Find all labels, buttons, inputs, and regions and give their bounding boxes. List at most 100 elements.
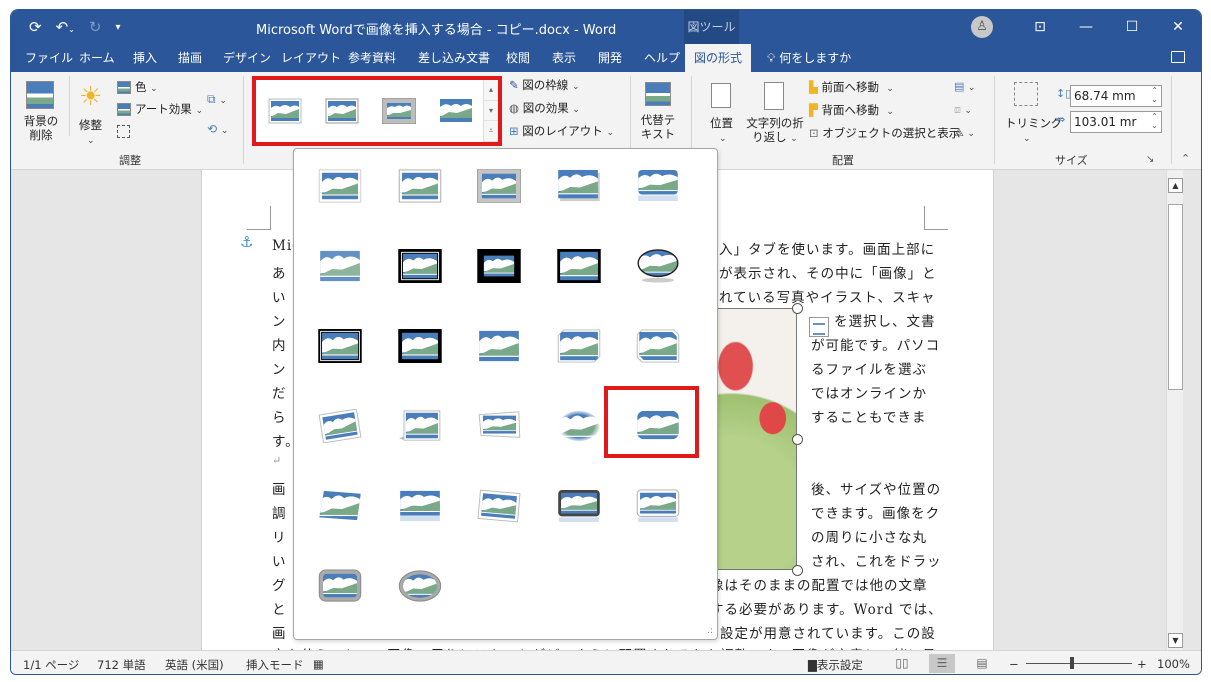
comments-icon[interactable] xyxy=(1171,51,1185,63)
tab-draw[interactable]: 描画 xyxy=(178,44,202,72)
insert-mode-status[interactable]: 挿入モード xyxy=(246,657,304,673)
resize-grip[interactable]: .: xyxy=(707,626,713,636)
tab-file[interactable]: ファイル xyxy=(25,44,73,72)
minimize-icon[interactable]: — xyxy=(1063,19,1109,35)
style-thumbnail[interactable] xyxy=(439,98,473,124)
page-count[interactable]: 1/1 ページ xyxy=(23,657,79,673)
tab-developer[interactable]: 開発 xyxy=(598,44,622,72)
gallery-scroll-down[interactable]: ▾ xyxy=(484,101,498,121)
scroll-down-button[interactable]: ▼ xyxy=(1168,633,1183,648)
text-line: グ xyxy=(272,578,287,594)
picture-style-perspective-shadow-white[interactable] xyxy=(380,391,460,466)
style-thumbnail xyxy=(478,411,521,438)
display-settings-button[interactable]: ▇表示設定 xyxy=(808,657,863,673)
resize-handle[interactable] xyxy=(792,303,803,314)
resize-handle[interactable] xyxy=(792,434,803,445)
picture-style-snip-diagonal-corner-white[interactable] xyxy=(539,311,619,386)
tab-review[interactable]: 校閲 xyxy=(506,44,530,72)
tab-layout[interactable]: レイアウト xyxy=(281,44,341,72)
zoom-in-button[interactable]: + xyxy=(1137,657,1147,671)
ribbon-display-icon[interactable]: ⊡ xyxy=(1017,19,1063,35)
picture-layout-label: ⊞ 図のレイアウト ⌄ xyxy=(509,124,614,138)
tab-design[interactable]: デザイン xyxy=(223,44,271,72)
picture-style-center-shadow-rectangle[interactable] xyxy=(380,311,460,386)
customize-qat-icon[interactable]: ▾ xyxy=(115,22,120,33)
picture-style-relaxed-perspective-white[interactable] xyxy=(459,391,539,466)
vertical-scrollbar[interactable]: ▲ ▼ xyxy=(1166,170,1183,650)
style-thumbnail[interactable] xyxy=(325,98,359,124)
collapse-ribbon-icon[interactable]: ⌃ xyxy=(1181,152,1190,165)
picture-style-simple-frame-black[interactable] xyxy=(539,231,619,306)
width-input[interactable]: 103.01 mr ⌃ ⌄ xyxy=(1070,111,1162,133)
picture-style-metal-frame[interactable] xyxy=(459,151,539,226)
account-icon[interactable]: ♙ xyxy=(971,16,993,38)
picture-style-reflected-bevel-black[interactable] xyxy=(539,471,619,546)
picture-style-beveled-matte-white[interactable] xyxy=(380,151,460,226)
scroll-up-button[interactable]: ▲ xyxy=(1168,178,1183,193)
rotate-icon[interactable]: ⟁ ⌄ xyxy=(954,126,975,140)
picture-style-simple-frame-white[interactable] xyxy=(300,151,380,226)
redo-icon[interactable]: ↻ xyxy=(89,18,102,36)
height-input[interactable]: 68.74 mm ⌃ ⌄ xyxy=(1070,85,1162,107)
picture-style-reflected-perspective-right[interactable] xyxy=(380,471,460,546)
close-icon[interactable]: ✕ xyxy=(1155,19,1201,35)
tab-insert[interactable]: 挿入 xyxy=(133,44,157,72)
compress-pictures-icon[interactable]: ⧉ ⌄ xyxy=(207,92,227,107)
read-mode-button[interactable]: ▯▯ xyxy=(889,654,915,673)
transparency-icon[interactable] xyxy=(117,125,130,138)
tab-help[interactable]: ヘルプ xyxy=(644,44,680,72)
picture-style-bevel-perspective-left-white[interactable] xyxy=(459,471,539,546)
remove-background-label: 背景の 削除 xyxy=(23,114,59,142)
style-thumbnail[interactable] xyxy=(382,98,416,124)
zoom-slider-thumb[interactable] xyxy=(1070,657,1074,669)
scrollbar-thumb[interactable] xyxy=(1168,204,1183,390)
gallery-scroll-up[interactable]: ▴ xyxy=(484,80,498,101)
tab-home[interactable]: ホーム xyxy=(79,44,115,72)
change-picture-icon[interactable]: ⟲ ⌄ xyxy=(207,122,228,136)
group-icon[interactable]: ⧈ ⌄ xyxy=(954,103,972,117)
picture-style-reflected-bevel-white[interactable] xyxy=(618,471,698,546)
send-backward-label: ▛ 背面へ移動 ⌄ xyxy=(809,103,894,117)
web-layout-button[interactable]: ▤ xyxy=(969,654,995,673)
alt-text-icon xyxy=(645,82,671,106)
picture-style-soft-edge-rectangle[interactable] xyxy=(300,231,380,306)
tab-references[interactable]: 参考資料 xyxy=(348,44,396,72)
picture-style-rounded-diagonal-corner-white[interactable] xyxy=(459,311,539,386)
zoom-slider[interactable] xyxy=(1026,663,1132,664)
macro-record-icon[interactable]: ▦ xyxy=(313,657,324,671)
tab-picture-format[interactable]: 図の形式 xyxy=(685,44,752,72)
tab-view[interactable]: 表示 xyxy=(552,44,576,72)
size-dialog-launcher[interactable]: ↘ xyxy=(1146,154,1154,165)
ribbon-tabs: ファイル ホーム 挿入 描画 デザイン レイアウト 参考資料 差し込み文書 校閲… xyxy=(11,44,1201,72)
picture-style-moderate-frame-white[interactable] xyxy=(618,311,698,386)
picture-style-beveled-oval-black[interactable] xyxy=(618,231,698,306)
picture-style-double-frame-black[interactable] xyxy=(380,231,460,306)
picture-styles-gallery[interactable]: ▴ ▾ ⩡ xyxy=(252,76,502,146)
gallery-more-button[interactable]: ⩡ xyxy=(484,121,498,142)
maximize-icon[interactable]: ☐ xyxy=(1109,19,1155,35)
autosave-icon[interactable]: ⟳ xyxy=(29,18,42,36)
picture-style-drop-shadow-rectangle[interactable] xyxy=(539,151,619,226)
picture-style-thick-matte-black[interactable] xyxy=(459,231,539,306)
picture-style-metal-oval[interactable] xyxy=(380,551,460,626)
picture-style-reflected-rounded-rectangle[interactable] xyxy=(618,151,698,226)
style-thumbnail xyxy=(637,249,679,283)
word-count[interactable]: 712 単語 xyxy=(97,657,146,673)
tab-mailings[interactable]: 差し込み文書 xyxy=(418,44,490,72)
zoom-level[interactable]: 100% xyxy=(1157,657,1190,671)
zoom-out-button[interactable]: − xyxy=(1009,657,1019,671)
style-thumbnail[interactable] xyxy=(268,98,302,124)
picture-style-bevel-perspective[interactable] xyxy=(300,471,380,546)
picture-style-metal-rounded-rectangle[interactable] xyxy=(300,551,380,626)
text-line: だ xyxy=(272,386,287,402)
print-layout-button[interactable]: ☰ xyxy=(929,654,955,673)
align-icon[interactable]: ▤ ⌄ xyxy=(954,80,975,93)
tell-me-search[interactable]: 💡︎ 何をしますか xyxy=(767,44,851,72)
picture-style-rotated-white[interactable] xyxy=(300,391,380,466)
picture-style-compound-frame-black[interactable] xyxy=(300,311,380,386)
layout-options-button[interactable] xyxy=(809,317,829,337)
language-status[interactable]: 英語 (米国) xyxy=(165,657,224,673)
resize-handle[interactable] xyxy=(792,565,803,576)
undo-icon[interactable]: ↶⌄ xyxy=(56,18,75,36)
text-line: るファイルを選ぶ xyxy=(811,362,927,378)
